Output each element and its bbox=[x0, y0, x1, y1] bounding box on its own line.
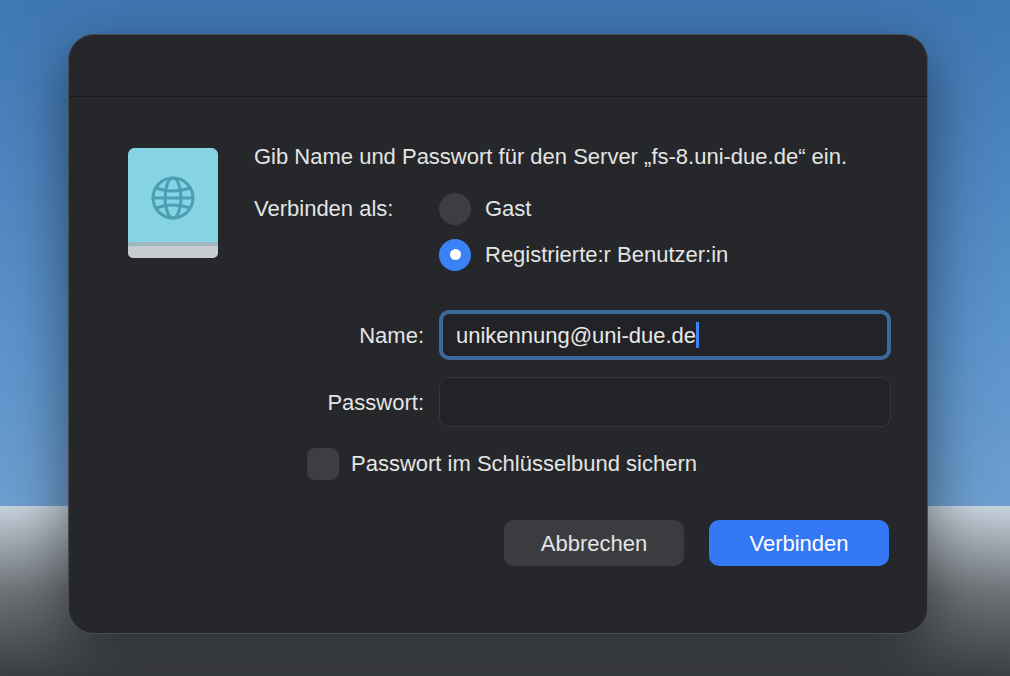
keychain-row[interactable]: Passwort im Schlüsselbund sichern bbox=[254, 447, 891, 480]
login-dialog: Gib Name und Passwort für den Server „fs… bbox=[68, 34, 928, 634]
field-label: Passwort: bbox=[254, 377, 424, 427]
radio-option[interactable]: Gast bbox=[439, 192, 891, 225]
connect-button[interactable]: Verbinden bbox=[709, 520, 889, 566]
field-label: Name: bbox=[254, 310, 424, 360]
radio-dot bbox=[450, 249, 461, 260]
radio-option[interactable]: Registrierte:r Benutzer:in bbox=[439, 238, 891, 271]
prompt-text: Gib Name und Passwort für den Server „fs… bbox=[254, 141, 854, 172]
desktop: Gib Name und Passwort für den Server „fs… bbox=[0, 0, 1010, 676]
checkbox-label: Passwort im Schlüsselbund sichern bbox=[351, 447, 697, 480]
text-field[interactable]: unikennung@uni-due.de bbox=[439, 310, 891, 360]
checkbox[interactable] bbox=[307, 448, 339, 480]
radio-button[interactable] bbox=[439, 193, 471, 225]
text-field[interactable] bbox=[439, 377, 891, 427]
field-value: unikennung@uni-due.de bbox=[456, 319, 696, 352]
radio-label: Registrierte:r Benutzer:in bbox=[485, 238, 728, 271]
connect-as-label: Verbinden als: bbox=[254, 192, 424, 224]
connect-as-options: Gast Registrierte:r Benutzer:in bbox=[439, 192, 891, 271]
radio-button[interactable] bbox=[439, 239, 471, 271]
text-cursor bbox=[696, 322, 699, 348]
cancel-button[interactable]: Abbrechen bbox=[504, 520, 684, 566]
radio-label: Gast bbox=[485, 192, 531, 225]
network-drive-icon bbox=[128, 148, 218, 258]
title-bar bbox=[69, 35, 927, 97]
